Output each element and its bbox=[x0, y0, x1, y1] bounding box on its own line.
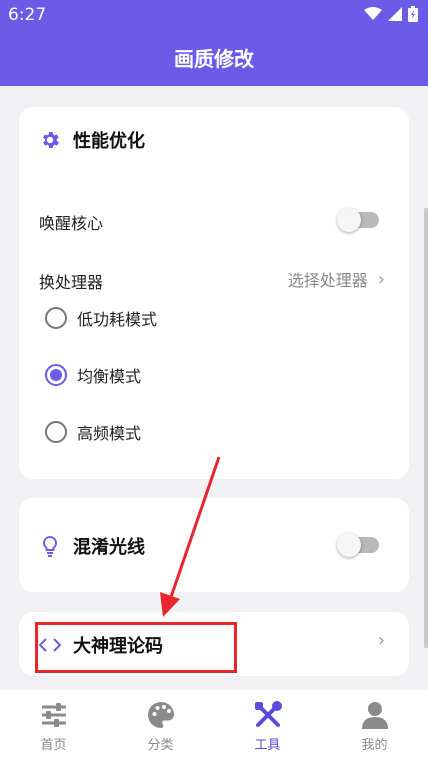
signal-icon bbox=[388, 7, 402, 21]
processor-label: 换处理器 bbox=[39, 273, 104, 292]
gear-icon bbox=[39, 129, 61, 151]
confuse-light-text: 混淆光线 bbox=[73, 537, 145, 558]
status-icons bbox=[364, 6, 418, 22]
confuse-light-card: 混淆光线 bbox=[19, 498, 409, 592]
radio-button-selected[interactable] bbox=[45, 364, 67, 386]
god-code-chevron[interactable]: › bbox=[378, 630, 385, 651]
sliders-icon bbox=[39, 700, 69, 730]
annotation-highlight-box bbox=[35, 622, 237, 673]
wake-core-toggle[interactable] bbox=[337, 208, 379, 232]
status-time: 6:27 bbox=[8, 5, 47, 25]
performance-title: 性能优化 bbox=[39, 127, 145, 153]
performance-card: 性能优化 唤醒核心 换处理器 选择处理器 › 低功耗模式 均衡模式 高频模式 bbox=[19, 107, 409, 479]
mode-option-balanced[interactable]: 均衡模式 bbox=[45, 363, 141, 387]
tab-tools[interactable]: 工具 bbox=[214, 690, 321, 762]
tab-home[interactable]: 首页 bbox=[0, 690, 107, 762]
chevron-right-icon: › bbox=[377, 268, 385, 290]
tab-mine[interactable]: 我的 bbox=[321, 690, 428, 762]
wifi-icon bbox=[364, 7, 382, 20]
bottom-tab-bar: 首页 分类 工具 我的 bbox=[0, 690, 428, 762]
page-title: 画质修改 bbox=[174, 47, 254, 71]
tools-icon bbox=[253, 700, 283, 730]
tab-label: 首页 bbox=[40, 738, 67, 753]
chevron-right-icon: › bbox=[377, 630, 385, 651]
mode-option-high-frequency[interactable]: 高频模式 bbox=[45, 420, 141, 444]
user-icon bbox=[360, 700, 390, 730]
palette-icon bbox=[146, 700, 176, 730]
toggle-knob bbox=[337, 208, 361, 232]
wake-core-label: 唤醒核心 bbox=[39, 214, 104, 233]
mode-option-low-power[interactable]: 低功耗模式 bbox=[45, 306, 157, 330]
tab-category[interactable]: 分类 bbox=[107, 690, 214, 762]
toggle-knob bbox=[337, 533, 361, 557]
confuse-light-toggle[interactable] bbox=[337, 533, 379, 557]
performance-title-text: 性能优化 bbox=[73, 131, 145, 152]
tab-label: 工具 bbox=[254, 738, 281, 753]
confuse-light-title: 混淆光线 bbox=[39, 533, 145, 559]
mode-label: 低功耗模式 bbox=[77, 310, 158, 329]
content-area[interactable]: 性能优化 唤醒核心 换处理器 选择处理器 › 低功耗模式 均衡模式 高频模式 混… bbox=[0, 86, 428, 690]
lightbulb-icon bbox=[39, 535, 61, 557]
processor-selector[interactable]: 选择处理器 › bbox=[288, 267, 385, 291]
app-header: 6:27 画质修改 bbox=[0, 0, 428, 86]
tab-label: 我的 bbox=[361, 738, 388, 753]
radio-button[interactable] bbox=[45, 307, 67, 329]
radio-button[interactable] bbox=[45, 421, 67, 443]
mode-label: 高频模式 bbox=[77, 424, 142, 443]
processor-value: 选择处理器 bbox=[287, 271, 368, 290]
battery-icon bbox=[408, 6, 418, 22]
scrollbar[interactable] bbox=[424, 208, 428, 648]
tab-label: 分类 bbox=[147, 738, 174, 753]
mode-label: 均衡模式 bbox=[77, 367, 142, 386]
